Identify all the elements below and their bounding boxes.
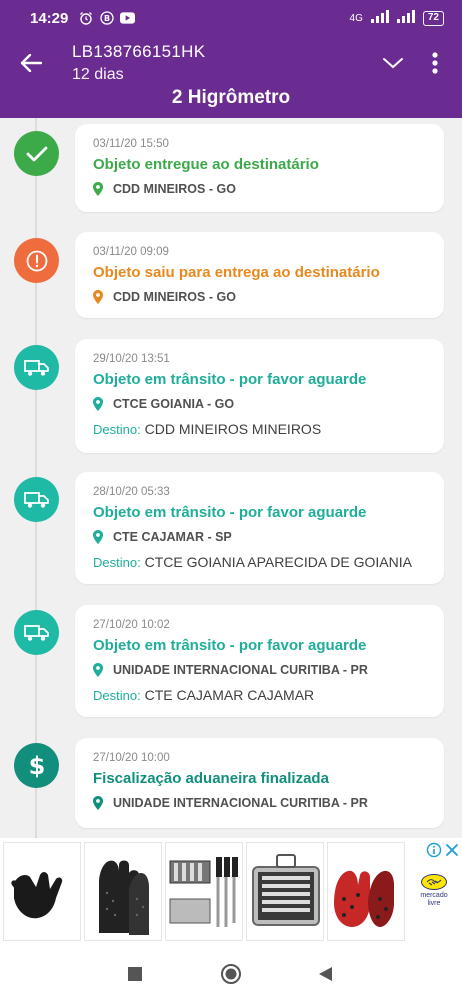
signal-icon-2: [396, 10, 415, 26]
alarm-icon: [78, 11, 93, 26]
location-pin-icon: [93, 182, 105, 196]
location-pin-icon: [93, 290, 105, 304]
event-card[interactable]: 03/11/20 15:50 Objeto entregue ao destin…: [75, 124, 444, 212]
destination-text: CTE CAJAMAR CAJAMAR: [144, 687, 315, 703]
event-location: UNIDADE INTERNACIONAL CURITIBA - PR: [93, 663, 426, 677]
location-pin-icon: [93, 530, 105, 544]
event-location: CDD MINEIROS - GO: [93, 290, 426, 304]
title-block: LB138766151HK 12 dias: [72, 42, 205, 84]
event-date: 27/10/20 10:02: [93, 619, 170, 631]
alert-icon: [14, 238, 59, 283]
event-card[interactable]: 03/11/20 09:09 Objeto saiu para entrega …: [75, 232, 444, 318]
destination-text: CTCE GOIANIA APARECIDA DE GOIANIA: [144, 554, 412, 570]
home-button[interactable]: [217, 960, 245, 988]
youtube-icon: [120, 11, 136, 26]
event-date: 27/10/20 10:00: [93, 752, 170, 764]
ad-product-gloves-image[interactable]: [3, 842, 81, 941]
arrow-left-icon: [20, 54, 42, 72]
circle-icon: [221, 964, 241, 984]
location-pin-icon: [93, 397, 105, 411]
ad-product-patterned-gloves-image[interactable]: [327, 842, 405, 941]
b-app-icon: B: [99, 11, 114, 26]
back-nav-button[interactable]: [311, 960, 339, 988]
truck-icon: [14, 345, 59, 390]
back-button[interactable]: [14, 46, 48, 80]
truck-icon: [14, 610, 59, 655]
location-text: CDD MINEIROS - GO: [113, 290, 236, 304]
event-date: 28/10/20 05:33: [93, 486, 170, 498]
location-text: UNIDADE INTERNACIONAL CURITIBA - PR: [113, 796, 368, 810]
network-type: 4G: [349, 12, 363, 24]
ml-brand-line1: mercado: [420, 892, 448, 899]
days-count: 12 dias: [72, 66, 124, 83]
more-menu-button[interactable]: [424, 48, 446, 78]
destination-text: CDD MINEIROS MINEIROS: [144, 421, 322, 437]
event-destination: Destino: CTE CAJAMAR CAJAMAR: [93, 687, 426, 703]
expand-button[interactable]: [378, 50, 408, 76]
battery-indicator: 72: [422, 10, 444, 26]
svg-text:B: B: [104, 14, 110, 23]
event-location: CDD MINEIROS - GO: [93, 182, 426, 196]
event-title: Objeto em trânsito - por favor aguarde: [93, 371, 367, 388]
ad-product-heat-gloves-image[interactable]: [84, 842, 162, 941]
event-date: 03/11/20 15:50: [93, 138, 169, 150]
destination-label: Destino:: [93, 555, 141, 570]
ad-info-icon[interactable]: [426, 842, 442, 858]
ml-brand-line2: livre: [427, 900, 441, 907]
event-title: Fiscalização aduaneira finalizada: [93, 770, 329, 787]
system-nav-bar: [0, 948, 462, 1000]
location-text: CDD MINEIROS - GO: [113, 182, 236, 196]
chevron-down-icon: [383, 58, 403, 69]
svg-text:$: $: [28, 752, 45, 780]
mercadolivre-logo[interactable]: mercado livre: [408, 874, 460, 908]
event-location: UNIDADE INTERNACIONAL CURITIBA - PR: [93, 796, 426, 810]
location-text: UNIDADE INTERNACIONAL CURITIBA - PR: [113, 663, 368, 677]
square-icon: [128, 967, 142, 981]
event-card[interactable]: 27/10/20 10:00 Fiscalização aduaneira fi…: [75, 738, 444, 828]
location-text: CTCE GOIANIA - GO: [113, 397, 235, 411]
truck-icon: [14, 477, 59, 522]
event-card[interactable]: 28/10/20 05:33 Objeto em trânsito - por …: [75, 472, 444, 584]
handshake-icon: [421, 874, 447, 890]
event-date: 03/11/20 09:09: [93, 246, 169, 258]
event-title: Objeto entregue ao destinatário: [93, 156, 319, 173]
destination-label: Destino:: [93, 688, 141, 703]
destination-label: Destino:: [93, 422, 141, 437]
event-location: CTCE GOIANIA - GO: [93, 397, 426, 411]
event-location: CTE CAJAMAR - SP: [93, 530, 426, 544]
ad-close-icon[interactable]: [444, 842, 460, 858]
ad-product-knife-case-image[interactable]: [246, 842, 324, 941]
triangle-back-icon: [319, 967, 332, 981]
ad-product-bbq-kit-image[interactable]: [165, 842, 243, 941]
location-text: CTE CAJAMAR - SP: [113, 530, 232, 544]
event-destination: Destino: CDD MINEIROS MINEIROS: [93, 421, 426, 437]
ad-banner[interactable]: mercado livre: [0, 838, 462, 948]
event-title: Objeto em trânsito - por favor aguarde: [93, 504, 367, 521]
item-name: 2 Higrômetro: [171, 87, 291, 108]
tracking-code: LB138766151HK: [72, 42, 206, 61]
status-bar: 14:29 B 4G 72: [0, 0, 462, 36]
event-date: 29/10/20 13:51: [93, 353, 170, 365]
event-destination: Destino: CTCE GOIANIA APARECIDA DE GOIAN…: [93, 554, 426, 570]
event-title: Objeto saiu para entrega ao destinatário: [93, 264, 380, 281]
location-pin-icon: [93, 663, 105, 677]
more-vert-icon: [432, 52, 438, 74]
location-pin-icon: [93, 796, 105, 810]
dollar-icon: $: [14, 743, 59, 788]
tracking-timeline: 03/11/20 15:50 Objeto entregue ao destin…: [0, 118, 462, 838]
recents-button[interactable]: [121, 960, 149, 988]
status-time: 14:29: [30, 9, 69, 27]
event-card[interactable]: 27/10/20 10:02 Objeto em trânsito - por …: [75, 605, 444, 717]
event-title: Objeto em trânsito - por favor aguarde: [93, 637, 367, 654]
event-card[interactable]: 29/10/20 13:51 Objeto em trânsito - por …: [75, 339, 444, 453]
app-bar: LB138766151HK 12 dias 2 Higrômetro: [0, 36, 462, 118]
signal-icon: [370, 10, 389, 26]
check-icon: [14, 131, 59, 176]
